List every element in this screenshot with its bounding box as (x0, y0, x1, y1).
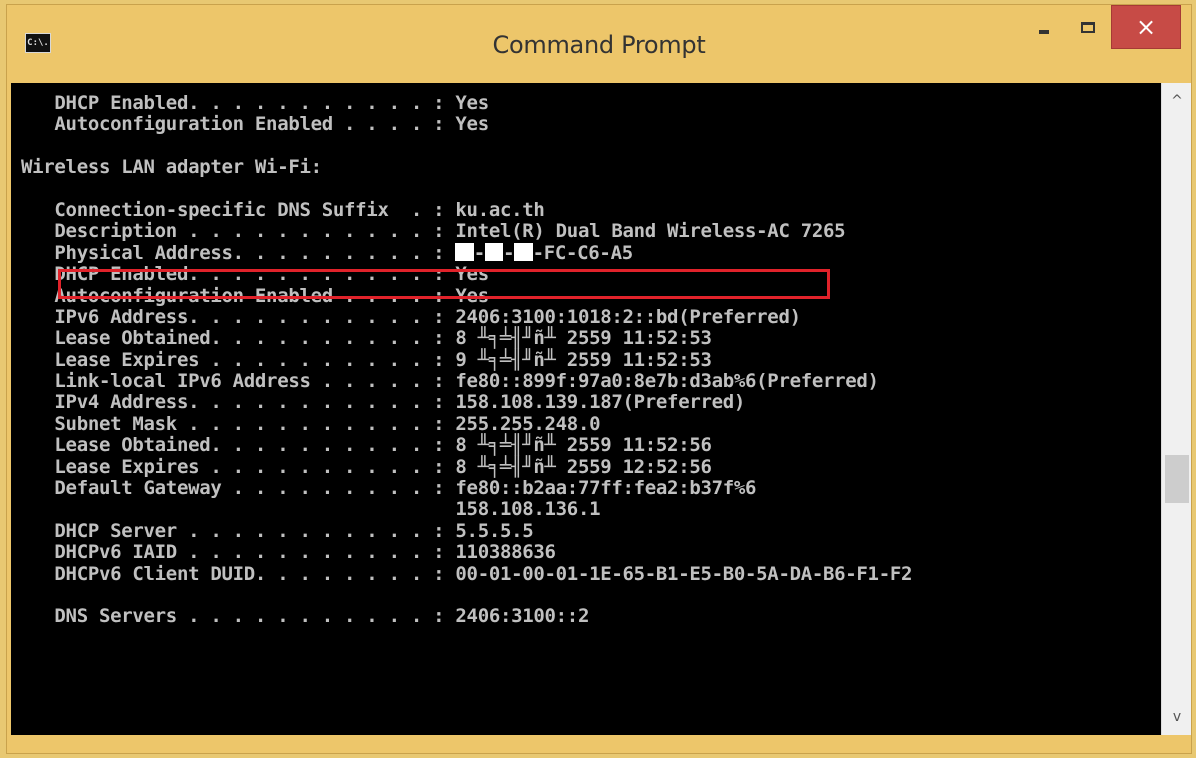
console-line: Description . . . . . . . . . . . : Inte… (21, 220, 846, 243)
console-line: IPv6 Address. . . . . . . . . . . : 2406… (21, 305, 801, 328)
address-separator: - (532, 241, 544, 264)
console-line: Default Gateway . . . . . . . . . : fe80… (21, 477, 757, 500)
console-line: DHCP Enabled. . . . . . . . . . . : Yes (21, 92, 489, 114)
maximize-button[interactable] (1067, 5, 1109, 49)
console-line: IPv4 Address. . . . . . . . . . . : 158.… (21, 391, 746, 414)
console-line: Connection-specific DNS Suffix . : ku.ac… (21, 198, 545, 221)
console-line: DHCPv6 IAID . . . . . . . . . . . : 1103… (21, 541, 556, 564)
physical-address-highlight (58, 269, 830, 299)
console-line: Lease Expires . . . . . . . . . . : 8 ╨╕… (21, 455, 712, 478)
console-line: DNS Servers . . . . . . . . . . . : 2406… (21, 605, 590, 628)
redacted-block (514, 242, 533, 261)
scroll-up-icon[interactable]: ^ (1162, 87, 1192, 115)
physical-address-suffix: FC-C6-A5 (543, 241, 633, 264)
window-title: Command Prompt (492, 31, 706, 59)
redacted-block (455, 242, 474, 261)
console-line: 158.108.136.1 (21, 498, 601, 521)
maximize-icon (1081, 21, 1095, 33)
console-line: Lease Expires . . . . . . . . . . : 9 ╨╕… (21, 348, 712, 371)
title-bar[interactable]: C:\. Command Prompt × (7, 5, 1191, 83)
console-line: DHCP Server . . . . . . . . . . . : 5.5.… (21, 519, 534, 542)
console-line: DHCPv6 Client DUID. . . . . . . . : 00-0… (21, 562, 913, 585)
console-lines: DHCP Enabled. . . . . . . . . . . : Yes … (21, 92, 913, 628)
console-line: Subnet Mask . . . . . . . . . . . : 255.… (21, 412, 601, 435)
close-button[interactable]: × (1111, 5, 1181, 49)
command-prompt-window: C:\. Command Prompt × DHCP Enabled. . . … (6, 4, 1192, 754)
console-line: Physical Address. . . . . . . . . : - - -F… (21, 241, 633, 264)
console-line: Lease Obtained. . . . . . . . . . : 8 ╨╕… (21, 327, 712, 350)
minimize-button[interactable] (1023, 5, 1065, 49)
address-separator: - (503, 241, 515, 264)
console-line: Wireless LAN adapter Wi-Fi: (21, 156, 322, 179)
console-output[interactable]: DHCP Enabled. . . . . . . . . . . : Yes … (11, 83, 1161, 735)
console-line: Autoconfiguration Enabled . . . . : Yes (21, 113, 489, 136)
close-icon: × (1135, 13, 1157, 41)
vertical-scrollbar[interactable]: ^ v (1161, 83, 1191, 735)
scroll-down-icon[interactable]: v (1162, 703, 1192, 731)
console-line: Link-local IPv6 Address . . . . . : fe80… (21, 370, 879, 393)
redacted-block (484, 242, 504, 261)
console-line: Lease Obtained. . . . . . . . . . : 8 ╨╕… (21, 434, 712, 457)
address-separator: - (473, 241, 485, 264)
minimize-icon (1039, 30, 1049, 34)
scrollbar-thumb[interactable] (1165, 455, 1189, 503)
